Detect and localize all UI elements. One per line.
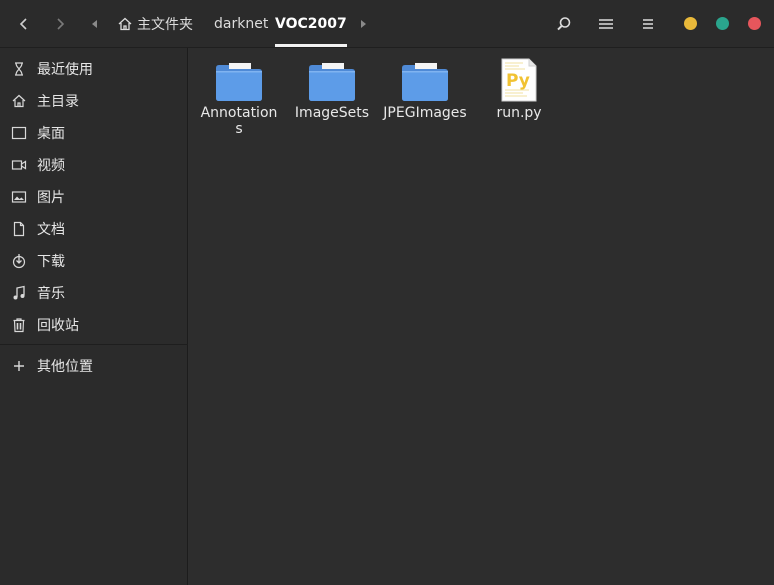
folder-item[interactable]: ImageSets [289, 54, 375, 121]
minimize-button[interactable] [684, 17, 697, 30]
file-manager-window: 主文件夹 darknet VOC2007 最近使用 主目录 桌面 视频 图片 文… [0, 0, 774, 585]
sidebar-item-label: 文档 [37, 222, 65, 238]
sidebar-item-label: 音乐 [37, 286, 65, 302]
close-button[interactable] [748, 17, 761, 30]
sidebar: 最近使用 主目录 桌面 视频 图片 文档 下载 音乐 回收站 其他位置 [0, 48, 188, 585]
folder-icon [399, 54, 451, 102]
sidebar-item-label: 桌面 [37, 126, 65, 142]
breadcrumb-scroll-left-icon[interactable] [88, 17, 102, 31]
chevron-left-icon [19, 18, 27, 30]
sidebar-item-label: 回收站 [37, 318, 79, 334]
sidebar-item-desktop[interactable]: 桌面 [0, 117, 188, 149]
list-view-icon [599, 19, 613, 29]
hamburger-menu-icon [643, 19, 653, 29]
video-icon [11, 157, 27, 173]
breadcrumb-home-label: 主文件夹 [137, 17, 193, 33]
download-icon [11, 253, 27, 269]
search-icon [557, 17, 571, 31]
folder-icon [306, 54, 358, 102]
view-options-button[interactable] [594, 12, 618, 36]
sidebar-item-label: 其他位置 [37, 359, 93, 375]
plus-icon [11, 358, 27, 374]
sidebar-item-label: 主目录 [37, 94, 79, 110]
home-icon [118, 17, 132, 31]
sidebar-item-pictures[interactable]: 图片 [0, 181, 188, 213]
home-icon [11, 93, 27, 109]
sidebar-item-recent[interactable]: 最近使用 [0, 53, 188, 85]
clock-icon [11, 61, 27, 77]
header-bar: 主文件夹 darknet VOC2007 [0, 0, 774, 48]
file-view[interactable]: Annotations ImageSets JPEGImages Py run.… [189, 48, 774, 585]
sidebar-item-trash[interactable]: 回收站 [0, 309, 188, 341]
main-menu-button[interactable] [636, 12, 660, 36]
breadcrumb-darknet-label: darknet [214, 16, 269, 32]
breadcrumb-darknet[interactable]: darknet [214, 0, 268, 48]
sidebar-item-label: 视频 [37, 158, 65, 174]
forward-button[interactable] [46, 10, 74, 38]
sidebar-item-home[interactable]: 主目录 [0, 85, 188, 117]
file-name: ImageSets [294, 105, 370, 121]
picture-icon [11, 189, 27, 205]
svg-text:Py: Py [506, 71, 530, 91]
folder-icon [213, 54, 265, 102]
desktop-icon [11, 125, 27, 141]
maximize-button[interactable] [716, 17, 729, 30]
sidebar-item-other-locations[interactable]: 其他位置 [0, 350, 188, 382]
sidebar-item-label: 下载 [37, 254, 65, 270]
file-name: Annotations [200, 105, 278, 137]
back-button[interactable] [10, 10, 38, 38]
folder-item[interactable]: JPEGImages [382, 54, 468, 121]
music-icon [11, 285, 27, 301]
sidebar-item-videos[interactable]: 视频 [0, 149, 188, 181]
search-button[interactable] [552, 12, 576, 36]
folder-item[interactable]: Annotations [196, 54, 282, 137]
file-name: JPEGImages [383, 105, 467, 121]
breadcrumb-current-label: VOC2007 [275, 16, 347, 32]
breadcrumb-scroll-right-icon[interactable] [357, 17, 369, 31]
sidebar-item-downloads[interactable]: 下载 [0, 245, 188, 277]
breadcrumb-home[interactable]: 主文件夹 [117, 0, 193, 48]
sidebar-item-music[interactable]: 音乐 [0, 277, 188, 309]
breadcrumb-current[interactable]: VOC2007 [275, 0, 347, 48]
document-icon [11, 221, 27, 237]
sidebar-item-documents[interactable]: 文档 [0, 213, 188, 245]
breadcrumb-active-underline [275, 44, 347, 47]
chevron-right-icon [57, 18, 65, 30]
sidebar-item-label: 图片 [37, 190, 65, 206]
trash-icon [11, 317, 27, 333]
python-file-item[interactable]: Py run.py [476, 54, 562, 121]
python-file-icon: Py [493, 54, 545, 102]
sidebar-item-label: 最近使用 [37, 62, 93, 78]
sidebar-divider [0, 344, 188, 345]
file-name: run.py [496, 105, 542, 121]
